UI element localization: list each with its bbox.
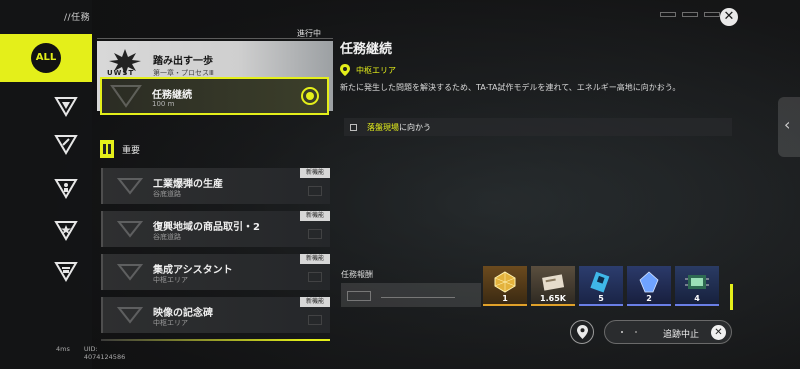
item-subtitle: 谷底道路 — [153, 190, 181, 198]
reward-track — [341, 283, 481, 307]
objective-row: 落盤現場に向かう — [344, 118, 732, 136]
list-scroll-edge — [101, 339, 330, 341]
reward-item[interactable]: 5 — [579, 266, 623, 306]
reward-track-icon — [347, 291, 371, 301]
item-status-icon — [308, 272, 322, 282]
quest-type-icon — [117, 264, 143, 281]
quest-detail-panel: 任務継続 中枢エリア 新たに発生した問題を解決するため、TA-TA試作モデルを連… — [340, 38, 740, 136]
objective-text: 落盤現場に向かう — [367, 122, 431, 133]
reward-qty: 2 — [646, 294, 652, 303]
quest-type-icon — [117, 178, 143, 195]
decor-dot — [635, 331, 637, 333]
reward-list: 1 1.65K 5 2 4 — [483, 266, 719, 306]
blue-card-icon — [590, 271, 610, 293]
objective-highlight: 落盤現場 — [367, 122, 399, 132]
reward-qty: 1.65K — [540, 294, 566, 303]
quest-type-icon — [110, 85, 142, 108]
reward-qty: 5 — [598, 294, 604, 303]
ping-readout: 4ms — [56, 345, 70, 353]
reward-qty: 4 — [694, 294, 700, 303]
item-subtitle: 中枢エリア — [153, 276, 188, 284]
reward-scroll-edge — [730, 284, 733, 310]
item-status-icon — [308, 229, 322, 239]
main-quest-icon[interactable] — [53, 93, 79, 119]
active-quest-title: 任務継続 — [152, 90, 192, 101]
pause-icon — [100, 140, 114, 158]
character-quest-icon[interactable] — [53, 175, 79, 201]
quest-type-icon — [117, 221, 143, 238]
new-feature-badge: 新機能 — [299, 297, 330, 307]
side-quest-icon[interactable] — [53, 131, 79, 157]
active-quest-distance: 100 m — [152, 100, 175, 108]
blue-crystal-icon — [639, 271, 659, 293]
close-button[interactable]: ✕ — [720, 8, 738, 26]
all-badge: ALL — [31, 43, 61, 73]
map-location-button[interactable] — [570, 320, 594, 344]
section-important: 重要 — [100, 140, 140, 158]
reward-label: 任務報酬 — [341, 270, 373, 279]
reward-item[interactable]: 1 — [483, 266, 527, 306]
close-icon: ✕ — [711, 325, 726, 340]
quest-type-icon — [117, 307, 143, 324]
credit-ticket-icon — [542, 274, 565, 291]
reward-item[interactable]: 1.65K — [531, 266, 575, 306]
tracking-target-icon[interactable] — [301, 87, 319, 105]
active-quest-card[interactable]: 任務継続 100 m — [100, 77, 329, 115]
item-subtitle: 谷底道路 — [153, 233, 181, 241]
gold-crystal-icon — [494, 271, 516, 293]
reward-qty: 1 — [502, 294, 508, 303]
new-feature-badge: 新機能 — [299, 254, 330, 264]
reward-item[interactable]: 4 — [675, 266, 719, 306]
item-subtitle: 中枢エリア — [153, 319, 188, 327]
commission-quest-icon[interactable] — [53, 258, 79, 284]
quest-list: 進行中 UWST 踏み出す一歩 第一章・プロセスⅢ 任務継続 100 m 重要 … — [97, 29, 333, 363]
main-quest-title: 踏み出す一歩 — [153, 56, 213, 67]
top-decoration — [660, 12, 720, 17]
chip-module-icon — [685, 275, 709, 289]
close-icon: ✕ — [723, 9, 735, 24]
detail-title: 任務継続 — [340, 42, 393, 57]
new-feature-badge: 新機能 — [299, 168, 330, 178]
stop-tracking-button[interactable]: 追跡中止 ✕ — [604, 320, 732, 344]
in-progress-tab[interactable]: 進行中 — [297, 28, 321, 39]
item-status-icon — [308, 315, 322, 325]
section-label: 重要 — [122, 145, 141, 156]
detail-location: 中枢エリア — [340, 64, 740, 76]
location-pin-icon — [340, 64, 350, 76]
breadcrumb: //任務 — [64, 13, 91, 23]
item-status-icon — [308, 186, 322, 196]
item-title: 復興地域の商品取引・2 — [153, 222, 260, 233]
list-item[interactable]: 復興地域の商品取引・2 谷底道路 新機能 — [101, 211, 330, 247]
new-feature-badge: 新機能 — [299, 211, 330, 221]
item-title: 集成アシスタント — [153, 265, 233, 276]
item-title: 工業爆弾の生産 — [153, 179, 223, 190]
location-name: 中枢エリア — [356, 65, 396, 75]
left-category-rail: ALL 4ms UID: 4074124586 — [0, 0, 125, 369]
detail-description: 新たに発生した問題を解決するため、TA-TA試作モデルを連れて、エネルギー高地に… — [340, 83, 681, 92]
decor-dot — [621, 331, 623, 333]
list-item[interactable]: 工業爆弾の生産 谷底道路 新機能 — [101, 168, 330, 204]
list-item[interactable]: 映像の記念碑 中枢エリア 新機能 — [101, 297, 330, 333]
objective-checkbox-icon — [350, 123, 357, 131]
reward-track-line — [381, 297, 455, 298]
category-all-tab[interactable]: ALL — [0, 34, 92, 82]
star-quest-icon[interactable] — [53, 217, 79, 243]
chevron-left-icon: ‹ — [784, 115, 791, 134]
side-panel-handle[interactable]: ‹ — [778, 97, 800, 157]
item-title: 映像の記念碑 — [153, 308, 213, 319]
reward-item[interactable]: 2 — [627, 266, 671, 306]
logo-text: UWST — [107, 69, 135, 77]
location-pin-icon — [577, 325, 588, 339]
list-item[interactable]: 集成アシスタント 中枢エリア 新機能 — [101, 254, 330, 290]
objective-rest: に向かう — [399, 122, 431, 132]
stop-tracking-label: 追跡中止 — [663, 330, 700, 340]
